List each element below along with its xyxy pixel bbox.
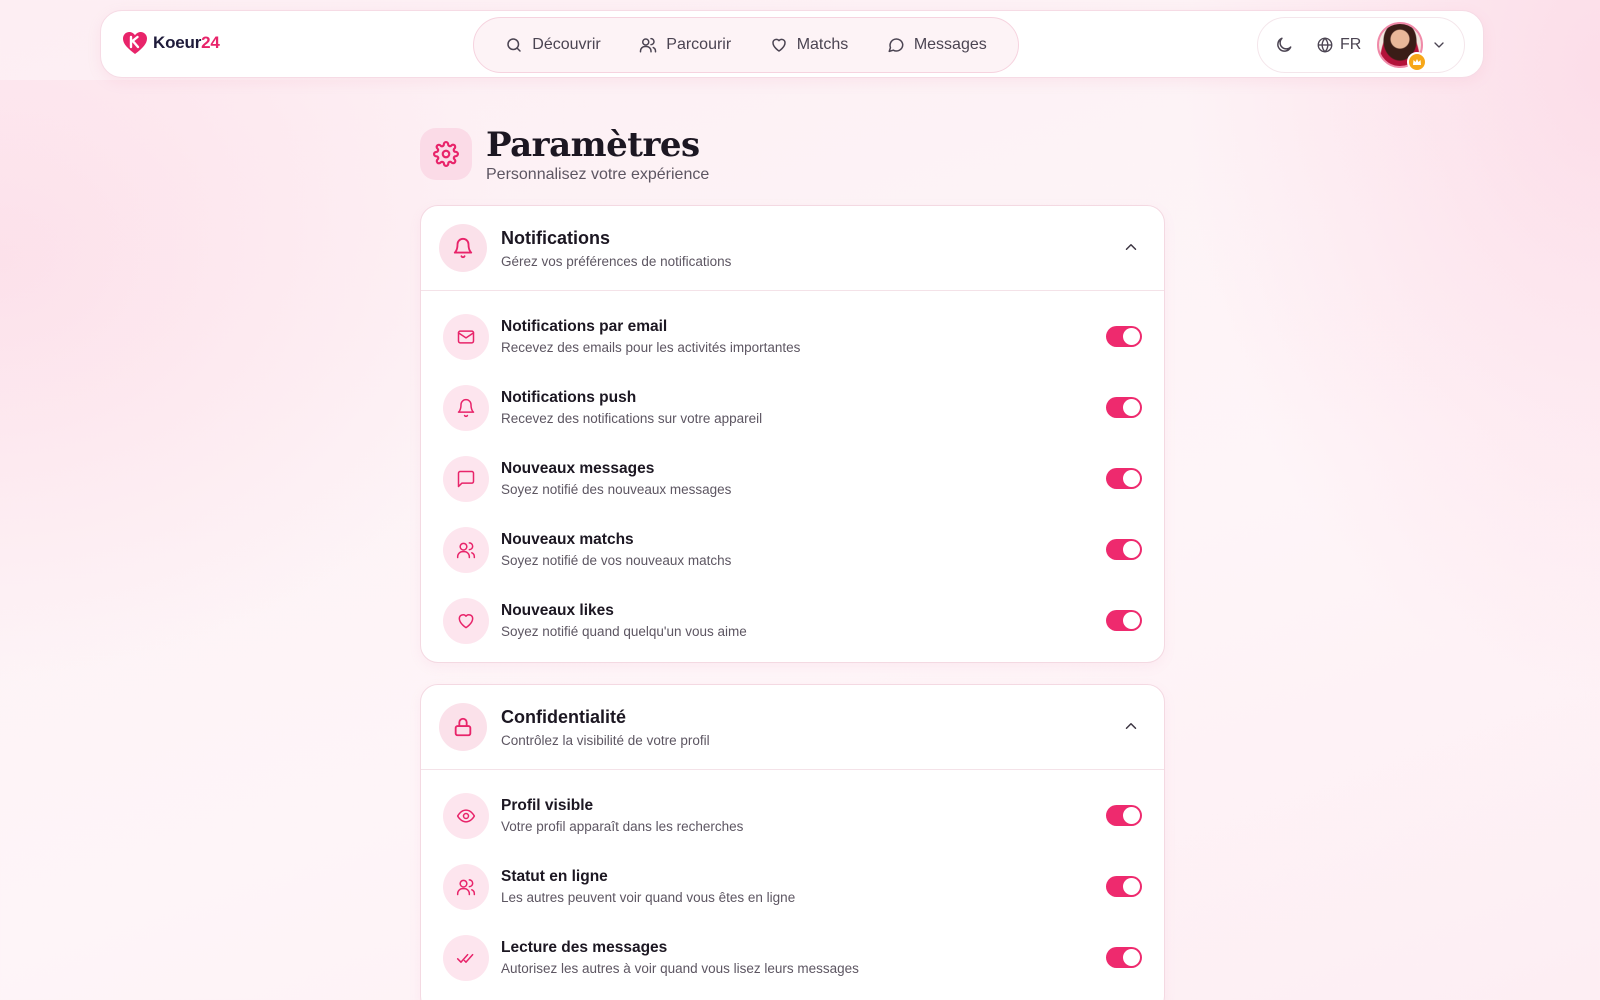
language-selector[interactable]: FR	[1316, 36, 1361, 54]
gear-icon	[433, 141, 459, 167]
nav-matches-label: Matchs	[796, 36, 849, 53]
chevron-up-icon	[1125, 723, 1137, 729]
brand-logo[interactable]: Koeur24	[121, 29, 220, 57]
profile-visible-toggle[interactable]	[1106, 805, 1142, 826]
setting-new-likes: Nouveaux likes Soyez notifié quand quelqu…	[421, 585, 1164, 656]
users-icon	[456, 541, 476, 558]
notifications-section: Notifications Gérez vos préférences de n…	[420, 205, 1165, 663]
setting-push-notifications: Notifications push Recevez des notificati…	[421, 372, 1164, 443]
new-matches-toggle[interactable]	[1106, 539, 1142, 560]
setting-profile-visible: Profil visible Votre profil apparaît dans…	[421, 780, 1164, 851]
notifications-section-subtitle: Gérez vos préférences de notifications	[501, 253, 732, 269]
notifications-section-header[interactable]: Notifications Gérez vos préférences de n…	[421, 206, 1164, 291]
privacy-section-title: Confidentialité	[501, 706, 626, 727]
user-avatar-button[interactable]	[1377, 22, 1428, 72]
eye-icon	[456, 808, 476, 823]
account-menu-button[interactable]	[1431, 37, 1447, 53]
users-icon	[640, 37, 657, 53]
setting-title: Profil visible	[501, 797, 594, 814]
nav-messages[interactable]: Messages	[877, 28, 997, 62]
theme-toggle-button[interactable]	[1274, 35, 1294, 55]
notifications-section-title: Notifications	[501, 227, 611, 248]
globe-icon	[1317, 37, 1333, 53]
privacy-section-header[interactable]: Confidentialité Contrôlez la visibilité …	[421, 685, 1164, 770]
setting-title: Nouveaux matchs	[501, 531, 634, 548]
new-messages-toggle[interactable]	[1106, 468, 1142, 489]
premium-crown-badge	[1407, 52, 1428, 72]
chevron-up-icon	[1125, 244, 1137, 250]
message-circle-icon	[888, 38, 904, 53]
bell-icon	[457, 398, 475, 417]
email-notifications-toggle[interactable]	[1106, 326, 1142, 347]
setting-new-messages: Nouveaux messages Soyez notifié des nouve…	[421, 443, 1164, 514]
moon-icon	[1277, 37, 1292, 52]
setting-read-receipts: Lecture des messages Autorisez les autres…	[421, 922, 1164, 993]
new-likes-toggle[interactable]	[1106, 610, 1142, 631]
chevron-down-icon	[1434, 42, 1444, 48]
collapse-privacy-button[interactable]	[1122, 717, 1140, 740]
crown-icon	[1413, 59, 1422, 65]
page-subtitle: Personnalisez votre expérience	[486, 166, 710, 183]
read-receipts-toggle[interactable]	[1106, 947, 1142, 968]
privacy-section-icon	[439, 703, 487, 751]
message-square-icon	[457, 470, 475, 487]
push-notifications-toggle[interactable]	[1106, 397, 1142, 418]
check-check-icon	[456, 953, 474, 963]
page-title: Paramètres	[486, 125, 700, 165]
privacy-section-subtitle: Contrôlez la visibilité de votre profil	[501, 732, 710, 748]
setting-title: Notifications par email	[501, 318, 668, 335]
setting-description: Soyez notifié quand quelqu'un vous aime	[501, 624, 747, 639]
page-header: Paramètres Personnalisez votre expérienc…	[420, 126, 709, 184]
nav-discover[interactable]: Découvrir	[495, 28, 610, 62]
nav-matches[interactable]: Matchs	[760, 28, 859, 62]
setting-description: Votre profil apparaît dans les recherche…	[501, 819, 744, 834]
setting-title: Lecture des messages	[501, 939, 668, 956]
bell-icon	[453, 238, 473, 259]
main-nav: Découvrir Parcourir Matchs Messages	[473, 17, 1019, 73]
nav-discover-label: Découvrir	[532, 36, 601, 53]
setting-email-notifications: Notifications par email Recevez des email…	[421, 301, 1164, 372]
notifications-section-icon	[439, 224, 487, 272]
setting-description: Recevez des notifications sur votre appa…	[501, 411, 763, 426]
collapse-notifications-button[interactable]	[1122, 238, 1140, 261]
privacy-section: Confidentialité Contrôlez la visibilité …	[420, 684, 1165, 1000]
setting-description: Soyez notifié de vos nouveaux matchs	[501, 553, 732, 568]
brand-name: Koeur24	[153, 33, 220, 52]
heart-icon	[458, 613, 474, 628]
setting-title: Statut en ligne	[501, 868, 608, 885]
setting-online-status: Statut en ligne Les autres peuvent voir q…	[421, 851, 1164, 922]
setting-title: Nouveaux likes	[501, 602, 614, 619]
nav-messages-label: Messages	[913, 36, 987, 53]
top-navbar: Koeur24 Découvrir Parcourir Matchs Messa…	[100, 10, 1484, 78]
lock-icon	[454, 717, 472, 737]
setting-title: Notifications push	[501, 389, 637, 406]
heart-icon	[771, 38, 786, 52]
heart-logo-icon	[123, 32, 147, 54]
mail-icon	[457, 329, 475, 344]
language-label: FR	[1340, 36, 1362, 53]
setting-description: Soyez notifié des nouveaux messages	[501, 482, 732, 497]
setting-new-matches: Nouveaux matchs Soyez notifié de vos nouv…	[421, 514, 1164, 585]
online-status-toggle[interactable]	[1106, 876, 1142, 897]
setting-description: Recevez des emails pour les activités im…	[501, 340, 801, 355]
nav-browse-label: Parcourir	[666, 36, 732, 53]
settings-badge	[420, 128, 472, 180]
nav-browse[interactable]: Parcourir	[629, 28, 741, 62]
user-controls: FR	[1257, 17, 1465, 73]
users-icon	[456, 878, 476, 895]
setting-description: Autorisez les autres à voir quand vous l…	[501, 961, 859, 976]
setting-title: Nouveaux messages	[501, 460, 655, 477]
search-icon	[507, 38, 522, 52]
setting-description: Les autres peuvent voir quand vous êtes …	[501, 890, 796, 905]
